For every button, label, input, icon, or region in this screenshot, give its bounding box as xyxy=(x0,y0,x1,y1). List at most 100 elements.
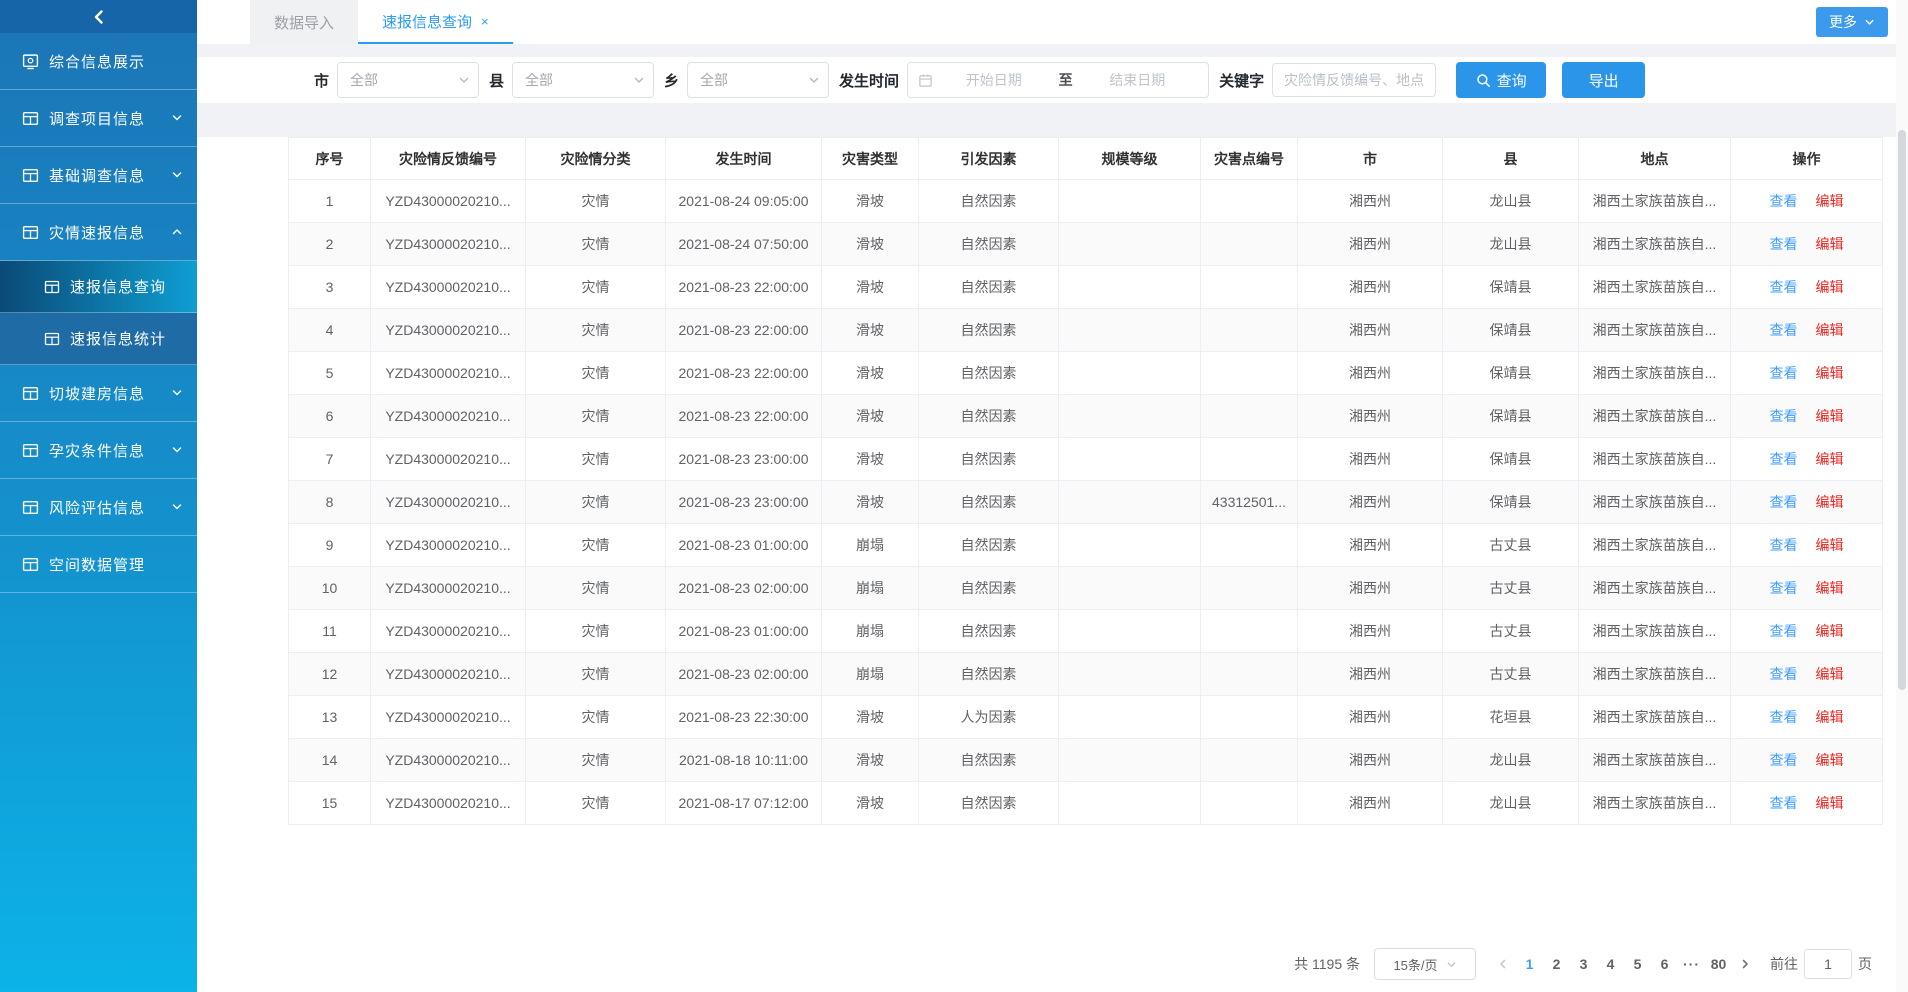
sidebar-item-slope-housing[interactable]: 切坡建房信息 xyxy=(0,365,197,422)
edit-link[interactable]: 编辑 xyxy=(1816,752,1844,768)
cell-scale-grade xyxy=(1059,223,1201,266)
chevron-down-icon xyxy=(808,74,820,86)
sidebar-item-basic-survey[interactable]: 基础调查信息 xyxy=(0,147,197,204)
edit-link[interactable]: 编辑 xyxy=(1816,236,1844,252)
cell-city: 湘西州 xyxy=(1298,481,1443,524)
view-link[interactable]: 查看 xyxy=(1770,365,1798,381)
cell-trigger-factor: 自然因素 xyxy=(919,266,1059,309)
view-link[interactable]: 查看 xyxy=(1770,537,1798,553)
tab-report-query[interactable]: 速报信息查询 × xyxy=(358,0,513,44)
table-row: 12 YZD43000020210... 灾情 2021-08-23 02:00… xyxy=(289,653,1883,696)
sidebar-item-label: 速报信息查询 xyxy=(70,276,166,297)
cell-county: 龙山县 xyxy=(1443,782,1579,825)
view-link[interactable]: 查看 xyxy=(1770,623,1798,639)
edit-link[interactable]: 编辑 xyxy=(1816,193,1844,209)
view-link[interactable]: 查看 xyxy=(1770,193,1798,209)
cell-scale-grade xyxy=(1059,610,1201,653)
page-number-3[interactable]: 3 xyxy=(1570,950,1597,978)
cell-scale-grade xyxy=(1059,567,1201,610)
edit-link[interactable]: 编辑 xyxy=(1816,709,1844,725)
edit-link[interactable]: 编辑 xyxy=(1816,365,1844,381)
page-number-4[interactable]: 4 xyxy=(1597,950,1624,978)
town-select[interactable]: 全部 xyxy=(687,62,829,98)
edit-link[interactable]: 编辑 xyxy=(1816,537,1844,553)
goto-label: 前往 xyxy=(1770,954,1798,974)
page-number-1[interactable]: 1 xyxy=(1516,950,1543,978)
view-link[interactable]: 查看 xyxy=(1770,451,1798,467)
view-link[interactable]: 查看 xyxy=(1770,408,1798,424)
page-size-select[interactable]: 15条/页 xyxy=(1374,948,1476,980)
cell-scale-grade xyxy=(1059,395,1201,438)
cell-city: 湘西州 xyxy=(1298,266,1443,309)
next-page-button[interactable] xyxy=(1732,950,1758,978)
cell-seq: 3 xyxy=(289,266,371,309)
tab-close-icon[interactable]: × xyxy=(481,14,489,29)
edit-link[interactable]: 编辑 xyxy=(1816,279,1844,295)
chevron-down-icon xyxy=(458,74,470,86)
sidebar-subitem-report-stats[interactable]: 速报信息统计 xyxy=(0,313,197,365)
view-link[interactable]: 查看 xyxy=(1770,322,1798,338)
edit-link[interactable]: 编辑 xyxy=(1816,322,1844,338)
view-link[interactable]: 查看 xyxy=(1770,709,1798,725)
cell-point-code xyxy=(1201,309,1298,352)
view-link[interactable]: 查看 xyxy=(1770,580,1798,596)
edit-link[interactable]: 编辑 xyxy=(1816,494,1844,510)
edit-link[interactable]: 编辑 xyxy=(1816,580,1844,596)
edit-link[interactable]: 编辑 xyxy=(1816,451,1844,467)
start-date-placeholder[interactable]: 开始日期 xyxy=(933,70,1055,90)
sidebar-item-survey-project[interactable]: 调查项目信息 xyxy=(0,90,197,147)
county-select[interactable]: 全部 xyxy=(512,62,654,98)
cell-category: 灾情 xyxy=(526,309,666,352)
page-number-2[interactable]: 2 xyxy=(1543,950,1570,978)
edit-link[interactable]: 编辑 xyxy=(1816,666,1844,682)
goto-page-input[interactable] xyxy=(1804,949,1852,979)
more-pages-icon[interactable]: ··· xyxy=(1678,956,1705,972)
edit-link[interactable]: 编辑 xyxy=(1816,408,1844,424)
table-body: 1 YZD43000020210... 灾情 2021-08-24 09:05:… xyxy=(289,180,1883,825)
sidebar-subitem-report-query[interactable]: 速报信息查询 xyxy=(0,261,197,313)
city-select[interactable]: 全部 xyxy=(337,62,479,98)
sidebar-item-spatial-data[interactable]: 空间数据管理 xyxy=(0,536,197,593)
cell-county: 花垣县 xyxy=(1443,696,1579,739)
cell-actions: 查看 编辑 xyxy=(1731,782,1883,825)
sidebar-item-hazard-condition[interactable]: 孕灾条件信息 xyxy=(0,422,197,479)
cell-occur-time: 2021-08-23 22:00:00 xyxy=(666,395,822,438)
end-date-placeholder[interactable]: 结束日期 xyxy=(1077,70,1199,90)
view-link[interactable]: 查看 xyxy=(1770,795,1798,811)
view-link[interactable]: 查看 xyxy=(1770,236,1798,252)
view-link[interactable]: 查看 xyxy=(1770,752,1798,768)
cell-scale-grade xyxy=(1059,352,1201,395)
view-link[interactable]: 查看 xyxy=(1770,279,1798,295)
sidebar-collapse-button[interactable] xyxy=(0,0,197,33)
date-range-picker[interactable]: 开始日期 至 结束日期 xyxy=(907,62,1209,98)
search-button[interactable]: 查询 xyxy=(1456,62,1546,98)
cell-occur-time: 2021-08-23 02:00:00 xyxy=(666,567,822,610)
cell-category: 灾情 xyxy=(526,653,666,696)
sidebar-item-disaster-report[interactable]: 灾情速报信息 xyxy=(0,204,197,261)
sidebar-item-risk-assessment[interactable]: 风险评估信息 xyxy=(0,479,197,536)
cell-location: 湘西土家族苗族自... xyxy=(1579,739,1731,782)
page-number-6[interactable]: 6 xyxy=(1651,950,1678,978)
cell-county: 保靖县 xyxy=(1443,395,1579,438)
cell-county: 保靖县 xyxy=(1443,309,1579,352)
prev-page-button[interactable] xyxy=(1490,950,1516,978)
edit-link[interactable]: 编辑 xyxy=(1816,623,1844,639)
view-link[interactable]: 查看 xyxy=(1770,494,1798,510)
scrollbar-thumb[interactable] xyxy=(1898,130,1906,690)
view-link[interactable]: 查看 xyxy=(1770,666,1798,682)
sidebar-item-overview[interactable]: 综合信息展示 xyxy=(0,33,197,90)
page-number-5[interactable]: 5 xyxy=(1624,950,1651,978)
export-button[interactable]: 导出 xyxy=(1562,62,1645,98)
cell-trigger-factor: 人为因素 xyxy=(919,696,1059,739)
column-header: 规模等级 xyxy=(1059,138,1201,180)
chevron-right-icon xyxy=(1739,958,1751,970)
page-number-last[interactable]: 80 xyxy=(1705,950,1732,978)
pagination: 共 1195 条 15条/页 1 2 3 4 5 6 ··· 80 前往 页 xyxy=(197,948,1908,980)
keyword-input[interactable] xyxy=(1272,63,1436,97)
column-header: 灾害点编号 xyxy=(1201,138,1298,180)
calendar-icon xyxy=(918,73,933,88)
column-header: 灾害类型 xyxy=(822,138,919,180)
edit-link[interactable]: 编辑 xyxy=(1816,795,1844,811)
tab-data-import[interactable]: 数据导入 xyxy=(250,0,358,44)
more-button[interactable]: 更多 xyxy=(1816,7,1888,37)
